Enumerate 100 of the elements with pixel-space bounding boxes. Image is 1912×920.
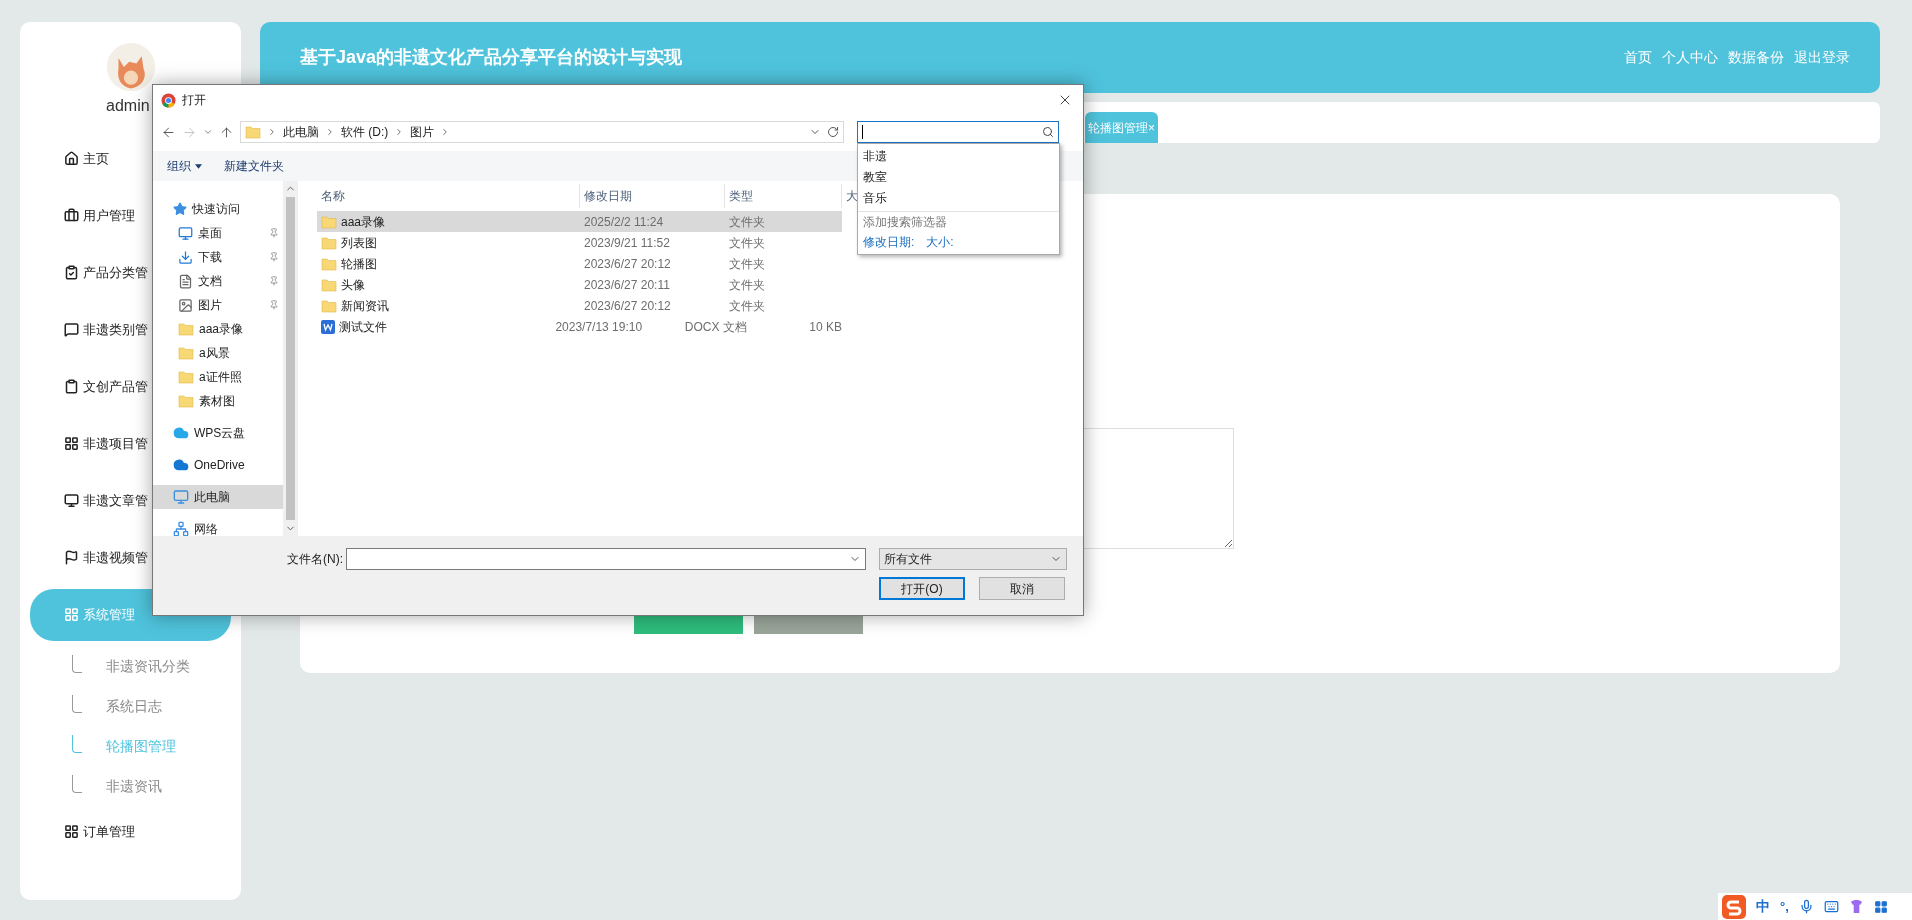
column-header[interactable]: 名称 [317,184,580,208]
nav-item[interactable]: a证件照 [153,365,283,389]
file-type: 文件夹 [728,213,766,231]
menu-item[interactable]: 订单管理 [30,805,231,858]
file-row[interactable]: 轮播图 2023/6/27 20:12 文件夹 [317,253,842,274]
punctuation-mode[interactable]: °, [1780,896,1789,917]
keyboard-icon[interactable] [1823,899,1839,914]
file-date: 2023/6/27 20:12 [583,297,672,315]
folder-icon [245,124,261,140]
file-row[interactable]: 测试文件 2023/7/13 19:10 DOCX 文档 10 KB [317,316,842,337]
submenu-item[interactable]: 非遗资讯 [106,776,162,797]
toolbar-button[interactable]: 组织 [167,157,202,175]
download-icon [178,249,193,265]
file-type-select[interactable]: 所有文件 [879,548,1067,570]
dialog-title: 打开 [182,92,206,109]
file-type: 文件夹 [728,297,766,315]
ime-mode[interactable]: 中 [1756,896,1770,917]
file-type: 文件夹 [728,234,766,252]
file-date: 2023/7/13 19:10 [554,318,644,336]
suggestion-item[interactable]: 非遗 [858,146,1059,167]
suggestion-item[interactable]: 音乐 [858,188,1059,209]
chevron-icon [267,127,277,137]
pin-icon [269,276,279,286]
tree-line [72,655,82,673]
file-name: 轮播图 [341,255,377,273]
column-header[interactable]: 修改日期 [580,184,725,208]
filter-link[interactable]: 大小: [926,233,954,251]
filter-hint: 添加搜索筛选器 [863,214,948,231]
filename-label: 文件名(N): [286,551,344,568]
nav-item[interactable]: 文档 [153,269,283,293]
nav-item[interactable]: 素材图 [153,389,283,413]
folder-icon [321,255,337,272]
breadcrumb[interactable]: 图片 [410,123,435,141]
grid-icon[interactable] [1873,899,1888,914]
chevron-icon [325,127,335,137]
site-title: 基于Java的非遗文化产品分享平台的设计与实现 [300,46,683,69]
filter-link[interactable]: 修改日期: [863,233,915,251]
address-bar[interactable]: 此电脑 软件 (D:) 图片 [240,121,844,143]
nav-item[interactable]: 此电脑 [153,485,283,509]
star-icon [173,202,187,216]
column-header[interactable]: 大 [842,184,858,208]
recent-locations-icon[interactable] [203,127,213,137]
dialog-button[interactable]: 打开(O) [879,577,965,600]
refresh-icon[interactable] [827,126,839,138]
microphone-icon[interactable] [1798,899,1814,914]
filename-field[interactable] [346,548,866,570]
nav-item[interactable]: OneDrive [153,453,283,477]
search-icon[interactable] [1042,126,1054,138]
file-row[interactable]: aaa录像 2025/2/2 11:24 文件夹 [317,211,842,232]
folder-icon [321,213,337,230]
computer-icon [173,489,189,505]
file-size: 10 KB [808,318,842,336]
breadcrumb[interactable]: 此电脑 [283,123,319,141]
file-date: 2023/6/27 20:11 [583,276,671,294]
scroll-thumb[interactable] [286,197,295,520]
file-date: 2023/6/27 20:12 [583,255,672,273]
folder-icon [178,369,194,385]
toolbar-button[interactable]: 新建文件夹 [224,157,284,175]
up-icon[interactable] [219,124,234,140]
search-field[interactable] [857,121,1059,143]
folder-icon [178,393,194,409]
file-row[interactable]: 列表图 2023/9/21 11:52 文件夹 [317,232,842,253]
column-header[interactable]: 类型 [725,184,842,208]
folder-icon [178,345,194,361]
file-name: aaa录像 [341,213,386,231]
scrollbar[interactable] [283,181,298,536]
submenu-item[interactable]: 非遗资讯分类 [106,656,190,677]
nav-item[interactable]: a风景 [153,341,283,365]
caret-icon [195,163,202,169]
nav-item[interactable]: 图片 [153,293,283,317]
nav-item[interactable]: aaa录像 [153,317,283,341]
nav-item[interactable]: 网络 [153,517,283,541]
folder-icon [178,321,194,337]
file-type: 文件夹 [728,255,766,273]
shirt-icon[interactable] [1848,899,1864,914]
folder-icon [321,276,337,293]
tree-line [72,775,82,793]
input-method-logo-icon[interactable] [1722,894,1746,919]
file-date: 2025/2/2 11:24 [583,213,665,231]
word-document-icon [321,319,335,334]
file-type: DOCX 文档 [683,318,748,336]
nav-item[interactable]: 下载 [153,245,283,269]
back-icon[interactable] [161,124,176,140]
dialog-button[interactable]: 取消 [979,577,1065,600]
file-row[interactable]: 头像 2023/6/27 20:11 文件夹 [317,274,842,295]
browser-icon [161,92,176,108]
submenu-item[interactable]: 系统日志 [106,696,162,717]
nav-item[interactable]: WPS云盘 [153,421,283,445]
cloud-icon [173,457,189,473]
suggestion-item[interactable]: 教室 [858,167,1059,188]
image-icon [178,297,193,313]
breadcrumb[interactable]: 软件 (D:) [341,123,389,141]
pin-icon [269,252,279,262]
document-icon [178,273,193,289]
tree-line [72,735,82,753]
file-row[interactable]: 新闻资讯 2023/6/27 20:12 文件夹 [317,295,842,316]
nav-item[interactable]: 快速访问 [153,197,283,221]
folder-icon [321,297,337,314]
nav-item[interactable]: 桌面 [153,221,283,245]
file-name: 列表图 [341,234,377,252]
